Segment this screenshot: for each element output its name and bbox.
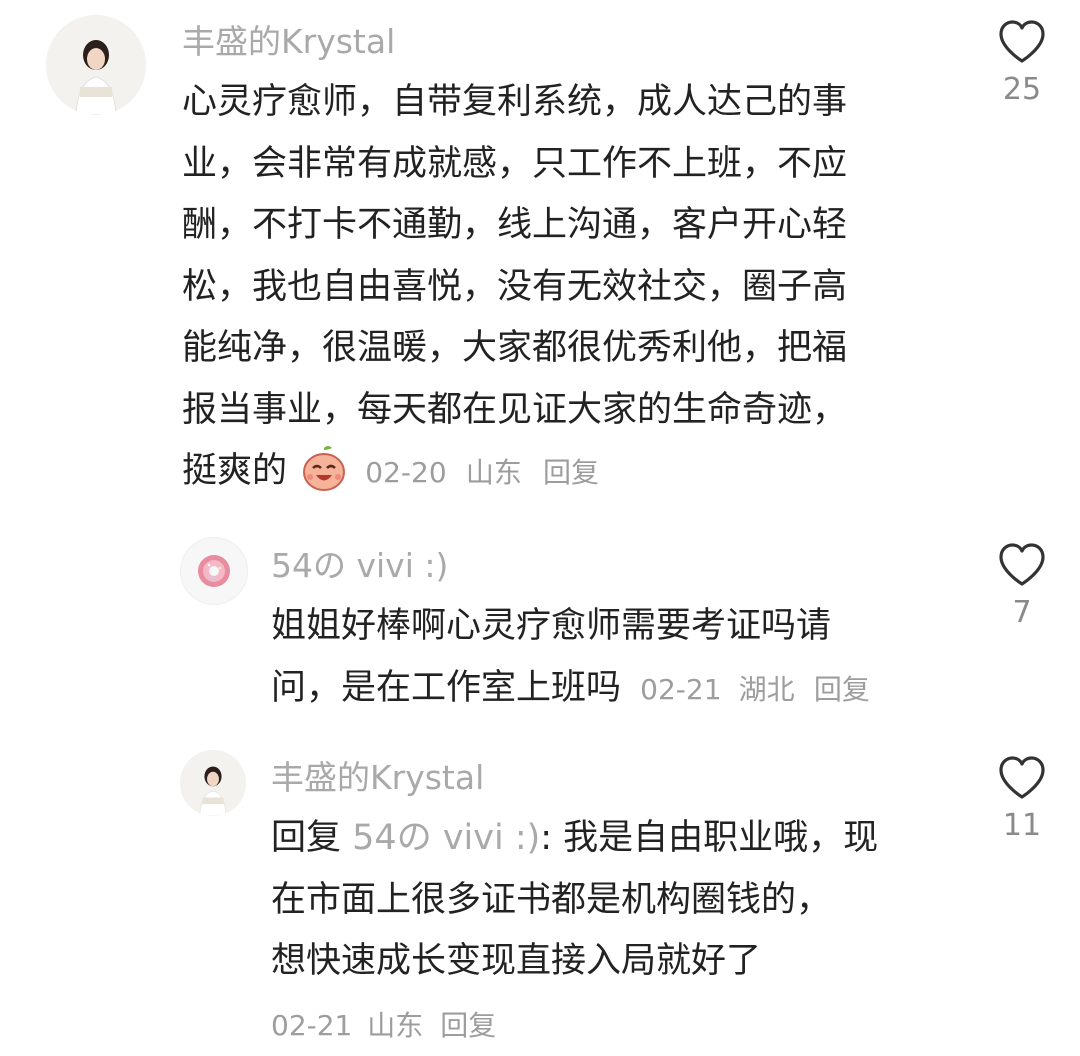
avatar-photo [46,15,146,115]
comment-date: 02-21 [640,672,722,706]
comment-line: 报当事业，每天都在见证大家的生命奇迹， [182,389,848,430]
comment-last-line: 挺爽的 02-20 山东 回复 [182,441,847,504]
reply-button[interactable]: 回复 [814,673,870,706]
comment-line: 想快速成长变现直接入局就好了 [271,941,762,981]
heart-outline-icon [999,20,1045,63]
comment-username[interactable]: 丰盛的Krystal [182,22,395,62]
comment-username[interactable]: 丰盛的Krystal [271,758,484,798]
comment-first-line: 回复 54の vivi :): 我是自由职业哦，现 [271,808,878,870]
comment-line: 姐姐好棒啊心灵疗愈师需要考证吗请 [271,606,832,646]
comment-date: 02-21 [271,1009,353,1042]
comment-text: 姐姐好棒啊心灵疗愈师需要考证吗请 问，是在工作室上班吗 02-21 湖北 回复 [271,596,870,720]
reply-target-username[interactable]: 54の vivi :) [352,818,540,858]
comment-line: 业，会非常有成就感，只工作不上班，不应 [182,143,848,184]
comment-username[interactable]: 54の vivi :) [271,546,448,586]
comment-meta: 02-21 山东 回复 [271,1008,496,1044]
comment-location: 湖北 [738,672,795,706]
comment-text: 回复 54の vivi :): 我是自由职业哦，现 在市面上很多证书都是机构圈钱… [271,808,878,993]
comment-line: 酬，不打卡不通勤，线上沟通，客户开心轻 [182,205,848,245]
reply-button[interactable]: 回复 [440,1009,496,1042]
like-button[interactable]: 25 [992,20,1052,108]
comment-line: 松，我也自由喜悦，没有无效社交，圈子高 [182,266,848,307]
laughing-peach-emoji-icon [303,446,346,491]
avatar[interactable] [46,15,146,115]
reply-prefix: 回复 [271,818,342,858]
comment-line: 问，是在工作室上班吗 [271,667,622,708]
like-count: 7 [1012,595,1032,630]
like-button[interactable]: 7 [992,543,1052,631]
comment-line: 在市面上很多证书都是机构圈钱的， [271,879,832,920]
comment-line: : 我是自由职业哦，现 [540,818,879,858]
reply-button[interactable]: 回复 [543,456,599,489]
avatar[interactable] [180,537,248,605]
heart-outline-icon [999,756,1045,799]
like-button[interactable]: 11 [992,756,1052,844]
heart-outline-icon [999,543,1045,586]
comment-text: 心灵疗愈师，自带复利系统，成人达己的事 业，会非常有成就感，只工作不上班，不应 … [182,72,847,504]
avatar-photo [180,750,246,816]
donut-avatar-image [198,555,230,587]
comment-date: 02-20 [365,456,447,489]
comment-line: 挺爽的 [182,451,288,491]
like-count: 25 [1002,72,1042,107]
avatar[interactable] [180,750,246,816]
comment-line: 心灵疗愈师，自带复利系统，成人达己的事 [182,82,848,122]
comment-last-line: 问，是在工作室上班吗 02-21 湖北 回复 [271,658,870,721]
comment-location: 山东 [465,456,522,489]
comment-location: 山东 [367,1009,424,1042]
comment-line: 能纯净，很温暖，大家都很优秀利他，把福 [182,328,848,368]
like-count: 11 [1002,808,1042,843]
